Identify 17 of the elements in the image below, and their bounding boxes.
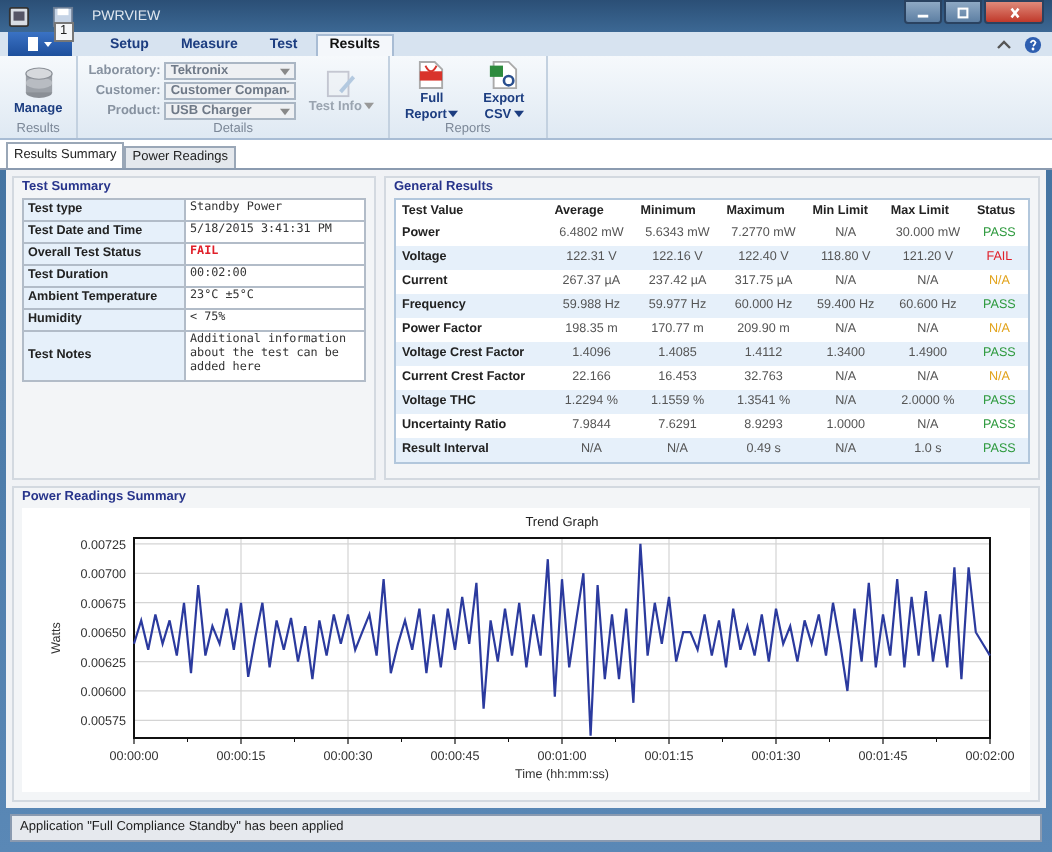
notepad-icon — [326, 68, 357, 99]
caret-icon — [513, 109, 524, 118]
maximize-button[interactable] — [944, 0, 982, 24]
caret-icon — [363, 102, 374, 111]
help-icon[interactable] — [1024, 35, 1042, 54]
file-menu-icon — [26, 36, 54, 53]
minimize-button[interactable] — [904, 0, 942, 24]
close-icon — [1005, 5, 1023, 19]
pdf-document-icon — [418, 60, 445, 91]
caret-icon — [448, 109, 459, 118]
maximize-icon — [954, 5, 972, 19]
collapse-ribbon-icon[interactable] — [996, 38, 1012, 51]
window-icon — [8, 5, 30, 28]
caret-icon — [286, 87, 291, 96]
database-icon — [23, 66, 54, 101]
close-button[interactable] — [984, 0, 1044, 24]
spreadsheet-icon — [488, 60, 519, 91]
